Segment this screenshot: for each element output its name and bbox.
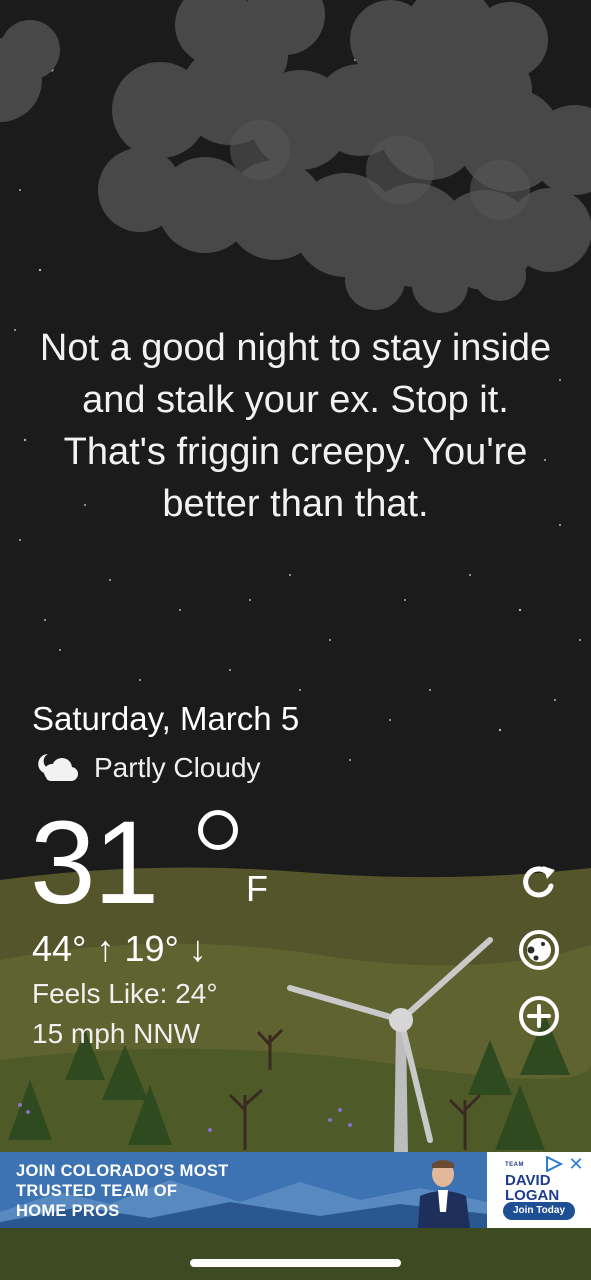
degree-symbol [198,810,238,850]
condition-text: Partly Cloudy [94,752,261,783]
add-location-icon [519,996,559,1036]
ad-logo-panel: TEAM DAVID LOGAN ✕ Join Today [487,1152,591,1228]
ad-brand-name: DAVID LOGAN [505,1172,560,1204]
refresh-button[interactable] [515,858,563,906]
ad-headline-line: TRUSTED TEAM OF [16,1182,178,1200]
adchoices-icon[interactable] [545,1156,563,1172]
high-low-temperature: 44° ↑ 19° ↓ [32,928,207,969]
feels-like: Feels Like: 24° [32,978,218,1009]
home-indicator[interactable] [190,1259,401,1267]
temperature-value: 31 [30,797,159,929]
ad-banner[interactable]: JOIN COLORADO'S MOST TRUSTED TEAM OF HOM… [0,1152,591,1228]
wind-speed: 15 mph NNW [32,1018,201,1049]
night-landscape-background [0,0,591,1280]
condition-row: Partly Cloudy [32,748,261,788]
ad-headline: JOIN COLORADO'S MOST TRUSTED TEAM OF HOM… [16,1161,229,1221]
ad-headline-line: JOIN COLORADO'S MOST [16,1162,229,1180]
temperature-unit: F [246,868,268,909]
theme-icon [519,930,559,970]
refresh-icon [523,866,555,898]
forecast-message: Not a good night to stay inside and stal… [39,327,552,525]
add-location-button[interactable] [515,992,563,1040]
current-date: Saturday, March 5 [32,700,300,737]
ad-headline-line: HOME PROS [16,1202,120,1220]
ad-cta-button[interactable]: Join Today [503,1202,575,1220]
partly-cloudy-night-icon [38,754,78,781]
theme-button[interactable] [515,926,563,974]
close-icon[interactable]: ✕ [567,1155,585,1173]
